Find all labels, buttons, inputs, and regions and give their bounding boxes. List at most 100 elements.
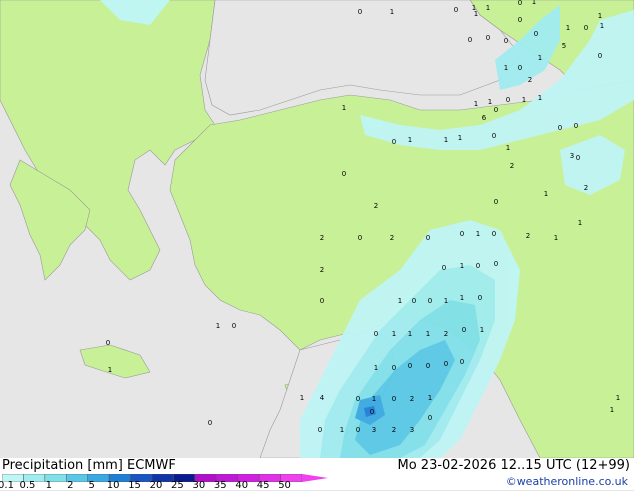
precip-value-label: 2 — [410, 395, 414, 403]
precip-value-label: 1 — [372, 395, 376, 403]
precip-value-label: 0 — [374, 330, 378, 338]
precip-value-label: 0 — [576, 154, 580, 162]
precip-value-label: 0 — [392, 138, 396, 146]
precip-value-label: 0 — [460, 358, 464, 366]
precip-value-label: 0 — [426, 362, 430, 370]
precip-value-label: 1 — [444, 136, 448, 144]
legend-tick-label: 15 — [128, 480, 141, 491]
precip-value-label: 1 — [486, 4, 490, 12]
precip-value-label: 0 — [358, 8, 362, 16]
precip-value-label: 0 — [426, 234, 430, 242]
precip-value-label: 0 — [518, 0, 522, 7]
forecast-datetime: Mo 23-02-2026 12..15 UTC (12+99) — [397, 458, 631, 473]
precip-value-label: 1 — [538, 94, 542, 102]
precip-value-label: 6 — [482, 114, 487, 122]
precip-value-label: 3 — [372, 426, 376, 434]
precip-value-label: 1 — [444, 297, 448, 305]
precip-value-label: 1 — [506, 144, 510, 152]
precip-value-label: 0 — [428, 414, 432, 422]
precip-value-label: 1 — [474, 10, 478, 18]
precip-value-label: 4 — [320, 394, 325, 402]
precip-value-label: 2 — [528, 76, 532, 84]
precip-value-label: 0 — [460, 230, 464, 238]
precip-value-label: 0 — [492, 230, 496, 238]
precip-value-label: 1 — [566, 24, 570, 32]
precip-value-label: 0 — [492, 132, 496, 140]
credit-link[interactable]: ©weatheronline.co.uk — [506, 475, 628, 488]
precip-value-label: 2 — [320, 234, 324, 242]
precip-value-label: 2 — [374, 202, 378, 210]
precip-value-label: 1 — [340, 426, 344, 434]
precip-value-label: 2 — [510, 162, 514, 170]
precip-value-label: 2 — [320, 266, 324, 274]
precip-value-label: 0 — [598, 52, 602, 60]
legend-tick-label: 50 — [278, 480, 291, 491]
precip-value-label: 1 — [408, 136, 412, 144]
legend-tick-label: 2 — [67, 480, 74, 491]
precip-value-label: 0 — [106, 339, 110, 347]
legend-tick-label: 45 — [256, 480, 270, 491]
precip-value-label: 1 — [374, 364, 378, 372]
chart-title: Precipitation [mm] ECMWF — [2, 458, 176, 473]
precip-value-label: 1 — [108, 366, 112, 374]
precip-value-label: 0 — [574, 122, 578, 130]
precip-value-label: 0 — [468, 36, 472, 44]
precip-value-label: 3 — [570, 152, 574, 160]
forecast-map-panel: 0101101000001011001110110111000020012020… — [0, 0, 634, 491]
precip-value-label: 1 — [426, 330, 430, 338]
precip-value-label: 0 — [506, 96, 510, 104]
precip-value-label: 0 — [318, 426, 322, 434]
precip-value-label: 1 — [616, 394, 620, 402]
legend-tick-label: 10 — [106, 480, 120, 491]
legend-tick-label: 0.5 — [19, 480, 36, 491]
precip-value-label: 1 — [480, 326, 484, 334]
legend-tick-label: 1 — [45, 480, 53, 491]
precip-value-label: 0 — [370, 408, 374, 416]
precip-value-label: 0 — [478, 294, 482, 302]
precipitation-map: 0 1 0 1 10 100 0 001 0 11 001 1 1 0 1 10 1 1 1 00 002 0012 0 2 0… — [0, 0, 634, 458]
legend-tick-label: 30 — [192, 480, 206, 491]
precip-value-label: 0 — [558, 124, 562, 132]
footer-bar: Precipitation [mm] ECMWF Mo 23-02-2026 1… — [0, 458, 634, 491]
precip-value-label: 0 — [208, 419, 212, 427]
precip-value-label: 0 — [462, 326, 466, 334]
precip-value-label: 1 — [488, 98, 492, 106]
precip-value-label: 0 — [476, 262, 480, 270]
precip-value-label: 1 — [408, 330, 412, 338]
precip-value-label: 2 — [390, 234, 394, 242]
precip-value-label: 3 — [410, 426, 414, 434]
precip-value-label: 5 — [562, 42, 566, 50]
precip-value-label: 1 — [458, 134, 462, 142]
legend-tick-label: 0.1 — [0, 480, 14, 491]
precip-value-label: 0 — [232, 322, 236, 330]
precip-value-label: 0 — [392, 364, 396, 372]
precip-value-label: 0 — [412, 297, 416, 305]
precip-value-label: 1 — [578, 219, 582, 227]
precip-value-label: 1 — [474, 100, 478, 108]
precip-value-label: 1 — [390, 8, 394, 16]
precip-value-label: 0 — [494, 198, 498, 206]
precip-value-label: 1 — [544, 190, 548, 198]
precip-value-label: 0 — [320, 297, 324, 305]
precip-value-label: 0 — [518, 64, 522, 72]
precip-value-label: 1 — [538, 54, 542, 62]
precip-value-label: 1 — [392, 330, 396, 338]
legend-tick-label: 40 — [235, 480, 249, 491]
precip-value-label: 1 — [554, 234, 558, 242]
precip-value-label: 0 — [356, 426, 360, 434]
precip-value-label: 0 — [584, 24, 588, 32]
precip-value-label: 0 — [444, 360, 448, 368]
precip-value-label: 1 — [476, 230, 480, 238]
precip-value-label: 0 — [358, 234, 362, 242]
precip-value-label: 1 — [598, 12, 602, 20]
precip-value-label: 2 — [584, 184, 588, 192]
precip-value-label: 2 — [526, 232, 530, 240]
precip-value-label: 2 — [444, 330, 448, 338]
legend-tick-label: 35 — [213, 480, 227, 491]
legend-tick-label: 5 — [88, 480, 95, 491]
legend-tick-label: 25 — [171, 480, 184, 491]
precip-value-label: 0 — [454, 6, 458, 14]
precip-value-label: 1 — [522, 96, 526, 104]
precip-value-label: 0 — [486, 34, 490, 42]
legend-tick-label: 20 — [149, 480, 163, 491]
